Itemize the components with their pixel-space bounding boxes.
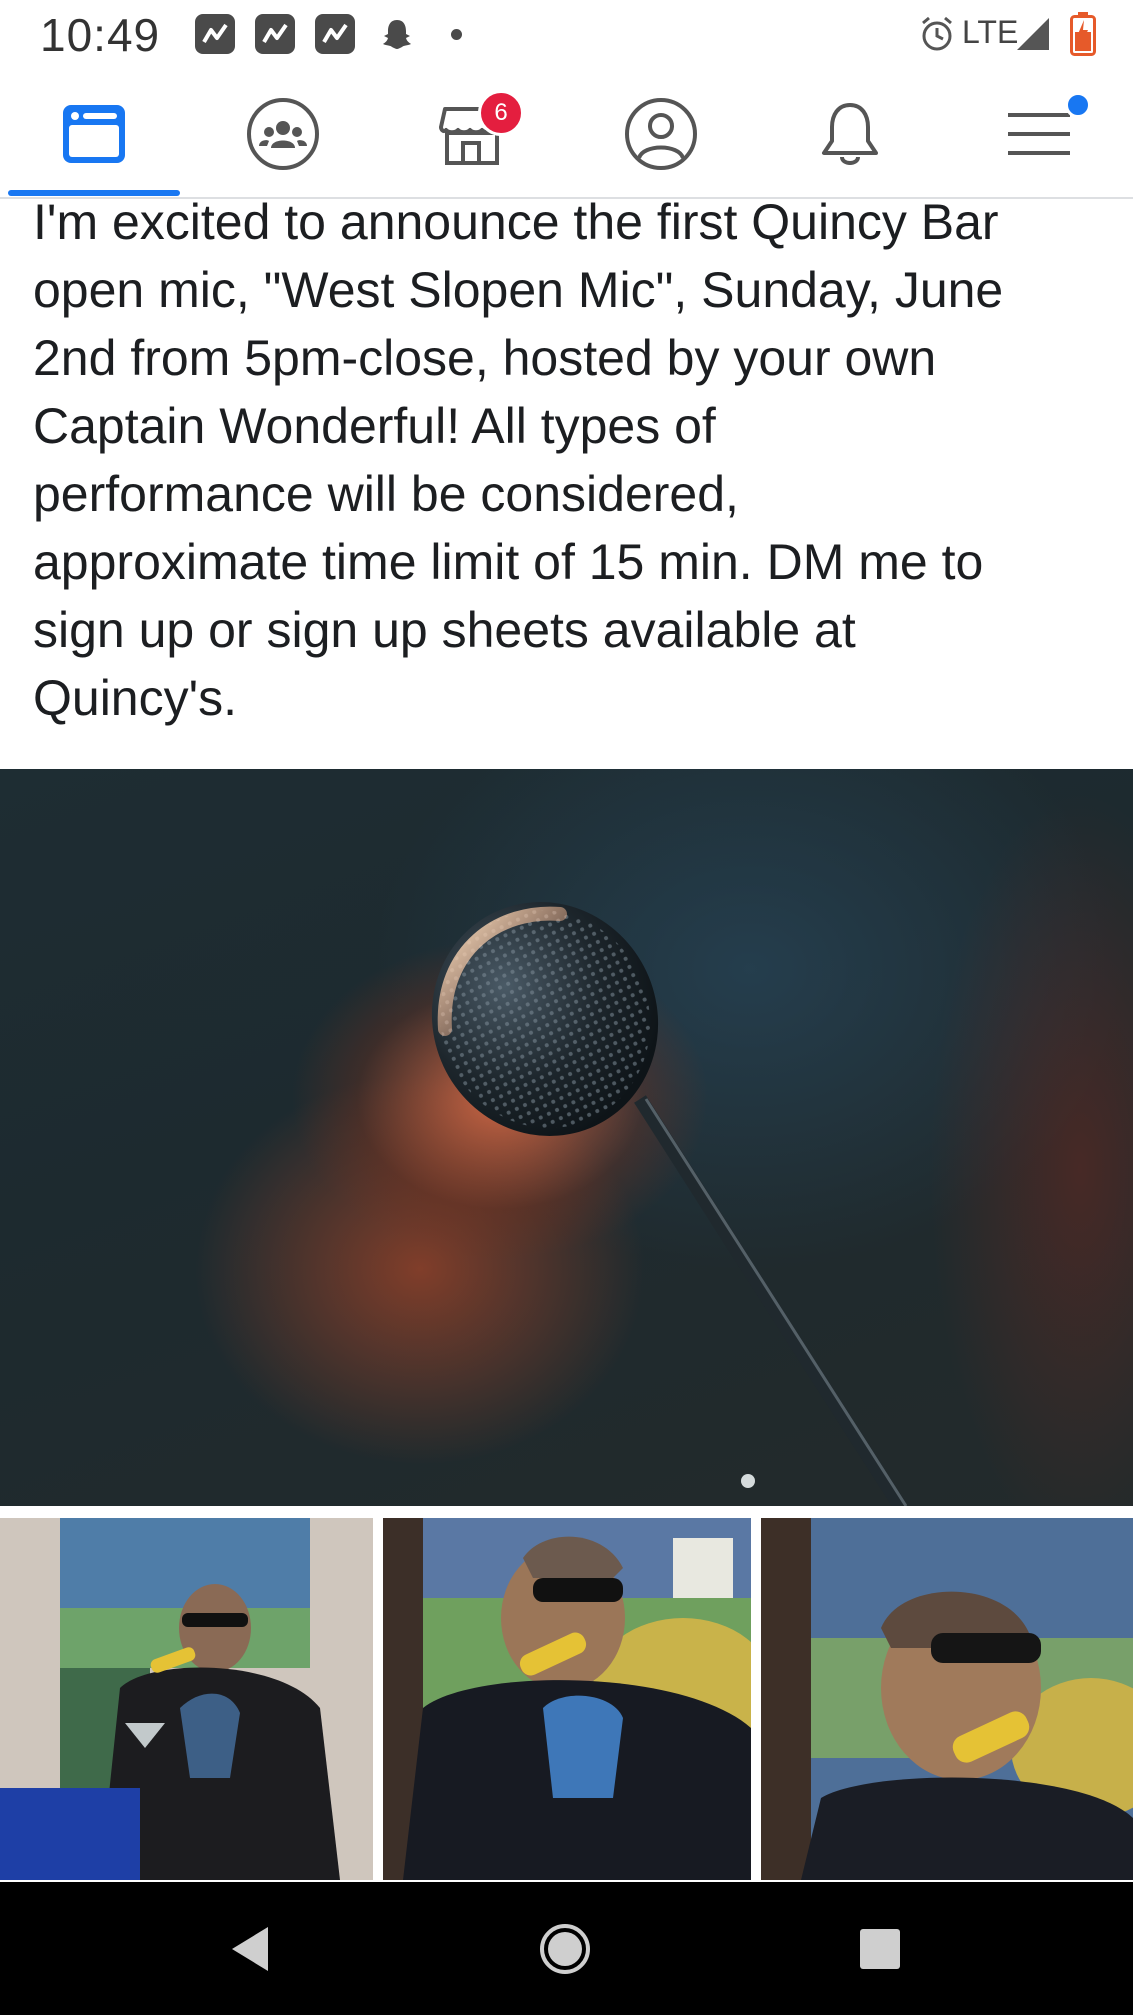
news-feed-icon xyxy=(63,104,125,163)
battery-icon xyxy=(1070,12,1096,56)
post-text-line: open mic, "West Slopen Mic", Sunday, Jun… xyxy=(33,262,1004,318)
man-with-martini-photo[interactable] xyxy=(0,1518,373,1880)
post-text: I'm excited to announce the first Quincy… xyxy=(33,188,1113,732)
back-triangle-icon xyxy=(232,1926,268,1971)
tab-notifications[interactable] xyxy=(770,70,930,197)
tab-menu[interactable] xyxy=(959,70,1119,197)
menu-notification-dot xyxy=(1065,92,1091,118)
stocks-app-icon xyxy=(255,14,295,54)
groups-icon xyxy=(247,97,319,170)
status-bar: 10:49 LTE xyxy=(0,0,1133,70)
tab-groups[interactable] xyxy=(203,70,363,197)
more-dot-icon xyxy=(451,29,462,40)
microphone-photo[interactable] xyxy=(0,769,1133,1506)
post-text-line: performance will be considered, xyxy=(33,466,739,522)
tab-news-feed[interactable] xyxy=(14,70,174,197)
stocks-app-icon xyxy=(315,14,355,54)
network-type-label: LTE xyxy=(962,14,1019,50)
hamburger-menu-icon xyxy=(1008,112,1070,155)
man-with-banana-phone-closeup-photo[interactable] xyxy=(761,1518,1133,1880)
snapchat-ghost-icon xyxy=(383,20,411,49)
post-text-line: approximate time limit of 15 min. DM me … xyxy=(33,534,984,590)
system-navigation-bar xyxy=(0,1882,1133,2015)
back-button[interactable] xyxy=(200,1882,300,2015)
tab-profile[interactable] xyxy=(581,70,741,197)
alarm-icon xyxy=(922,16,952,51)
post-text-line: I'm excited to announce the first Quincy… xyxy=(33,194,999,250)
stocks-app-icon xyxy=(195,14,235,54)
signal-icon xyxy=(1017,18,1049,50)
tab-marketplace[interactable]: 6 xyxy=(392,70,552,197)
recents-square-icon xyxy=(860,1928,900,1969)
status-time: 10:49 xyxy=(40,9,161,61)
bell-icon xyxy=(822,102,878,165)
home-circle-icon xyxy=(540,1923,590,1974)
man-with-banana-phone-photo[interactable] xyxy=(383,1518,751,1880)
post-text-line: sign up or sign up sheets available at xyxy=(33,602,856,658)
recents-button[interactable] xyxy=(830,1882,930,2015)
profile-icon xyxy=(625,97,697,170)
post-text-line: Quincy's. xyxy=(33,670,238,726)
marketplace-badge: 6 xyxy=(478,90,524,136)
home-button[interactable] xyxy=(515,1882,615,2015)
top-nav-bar: 6 xyxy=(0,70,1133,199)
post-text-line: 2nd from 5pm-close, hosted by your own xyxy=(33,330,937,386)
post-text-line: Captain Wonderful! All types of xyxy=(33,398,716,454)
